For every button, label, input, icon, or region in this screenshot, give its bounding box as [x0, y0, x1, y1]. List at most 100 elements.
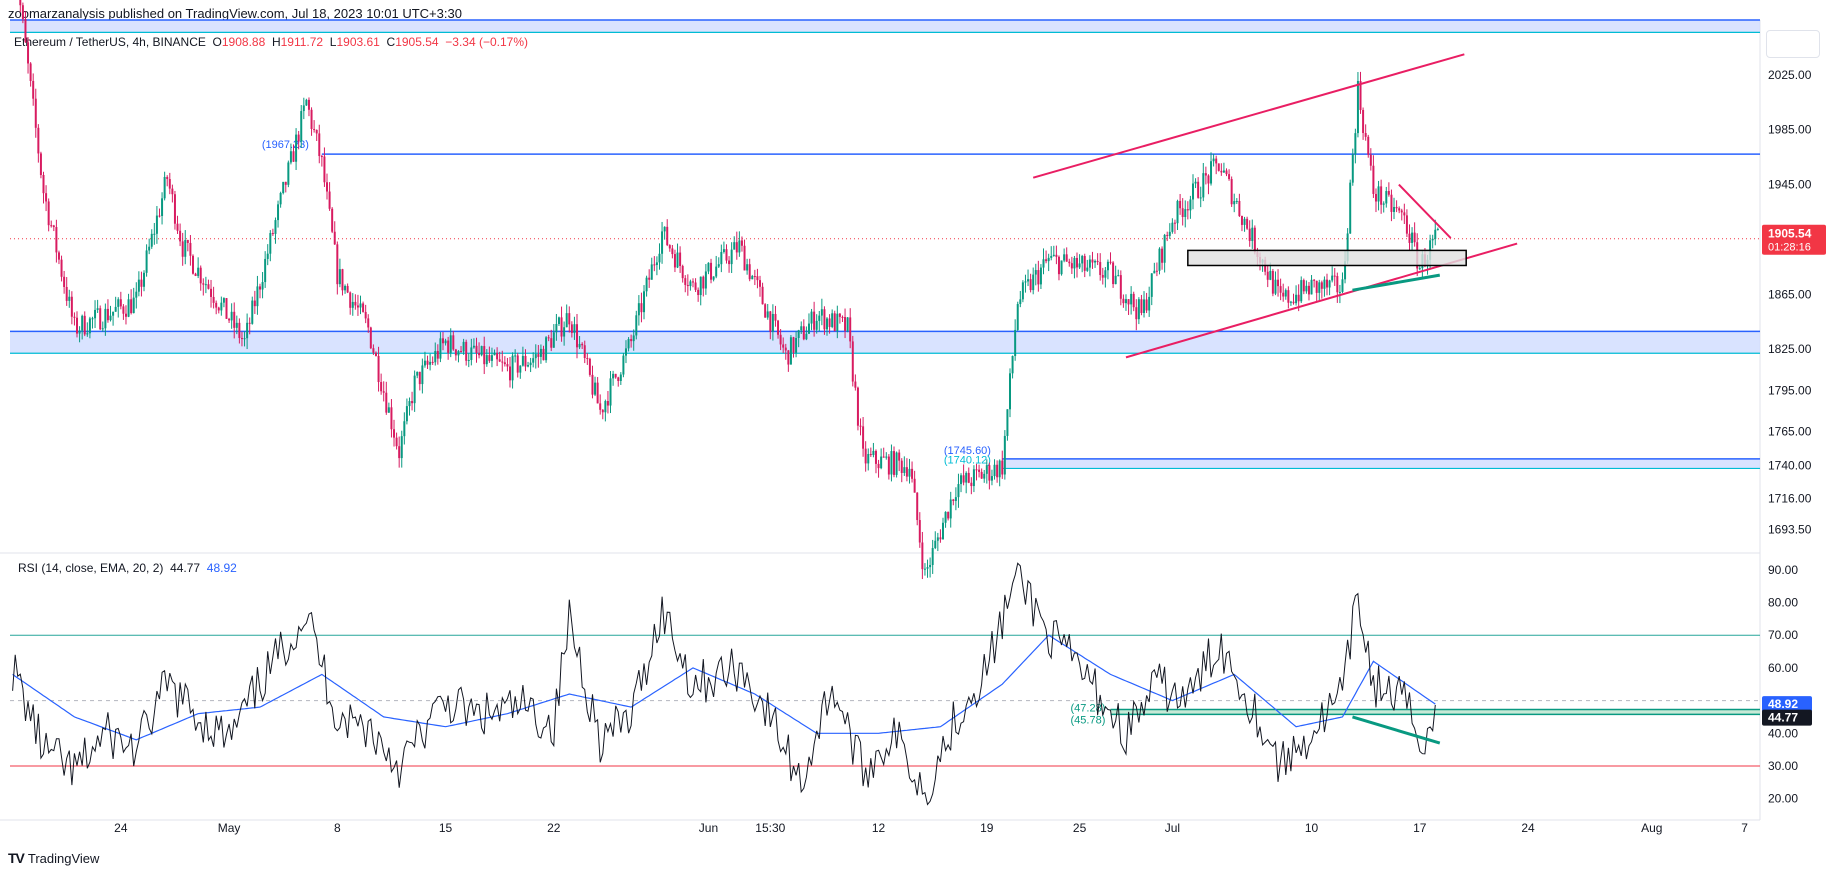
- chart-canvas[interactable]: (1967.23)(1745.60)(1740.12) (47.28)(45.7…: [0, 0, 1835, 875]
- candle-body: [957, 484, 960, 498]
- candle-body: [617, 377, 620, 381]
- candle-body: [351, 301, 354, 308]
- candle-body: [1091, 259, 1094, 263]
- price-tick-label: 2025.00: [1768, 68, 1812, 82]
- candle-body: [199, 267, 202, 284]
- candle-body: [460, 351, 463, 353]
- candle-body: [1318, 282, 1321, 293]
- candle-body: [903, 467, 906, 473]
- candle-body: [289, 151, 292, 163]
- candle-body: [385, 392, 388, 413]
- candle-body: [748, 264, 751, 280]
- candle-body: [354, 301, 357, 306]
- candle-body: [369, 327, 372, 349]
- candle-body: [1168, 231, 1171, 236]
- candle-body: [591, 374, 594, 395]
- candle-body: [1359, 80, 1362, 110]
- drawings[interactable]: [1032, 53, 1518, 359]
- candle-body: [1390, 194, 1393, 212]
- candle-body: [287, 162, 290, 185]
- candle-body: [606, 401, 609, 406]
- candle-body: [99, 308, 102, 330]
- candle-body: [405, 406, 408, 422]
- candle-body: [1171, 222, 1174, 232]
- candle-body: [408, 401, 411, 407]
- candle-body: [601, 409, 604, 413]
- candle-body: [235, 322, 238, 328]
- candle-body: [643, 291, 646, 313]
- candle-body: [166, 176, 169, 180]
- candle-body: [630, 339, 633, 342]
- candle-body: [228, 318, 231, 321]
- candle-body: [1137, 299, 1140, 320]
- candle-body: [715, 266, 718, 277]
- candle-body: [993, 464, 996, 477]
- candle-body: [1338, 291, 1341, 293]
- candle-body: [609, 378, 612, 406]
- candle-body: [722, 249, 725, 252]
- candle-body: [444, 340, 447, 344]
- candle-body: [712, 276, 715, 280]
- price-tick-label: 1765.00: [1768, 424, 1812, 438]
- candle-body: [841, 316, 844, 318]
- candle-body: [130, 299, 133, 314]
- candle-body: [1233, 201, 1236, 205]
- candle-body: [1153, 270, 1156, 274]
- candle-body: [789, 337, 792, 365]
- candle-body: [181, 241, 184, 257]
- candle-body: [269, 233, 272, 254]
- candle-body: [1405, 215, 1408, 234]
- candle-body: [720, 251, 723, 265]
- candle-body: [823, 309, 826, 330]
- candle-body: [1189, 199, 1192, 211]
- candle-body: [106, 308, 109, 321]
- rsi-pane: (47.28)(45.78): [10, 562, 1760, 806]
- candle-body: [1313, 279, 1316, 281]
- candle-body: [191, 255, 194, 274]
- candle-body: [831, 313, 834, 327]
- candle-body: [362, 303, 365, 312]
- candle-body: [390, 407, 393, 430]
- candle-body: [1119, 275, 1122, 299]
- candle-body: [1238, 200, 1241, 216]
- candle-body: [552, 332, 555, 348]
- divergence-rsi-line: [1352, 715, 1441, 745]
- candle-body: [877, 463, 880, 469]
- candle-body: [588, 358, 591, 375]
- candle-body: [326, 182, 329, 192]
- candle-body: [202, 283, 205, 285]
- candle-body: [539, 348, 542, 357]
- candle-body: [104, 308, 107, 329]
- candle-body: [990, 476, 993, 481]
- candle-body: [475, 345, 478, 353]
- candle-body: [462, 341, 465, 352]
- candle-body: [94, 309, 97, 319]
- price-tick-label: 1825.00: [1768, 342, 1812, 356]
- candle-body: [1135, 307, 1138, 320]
- candle-body: [277, 204, 280, 221]
- level-label-2: (1740.12): [944, 455, 991, 467]
- candle-body: [624, 348, 627, 356]
- candle-body: [779, 334, 782, 345]
- candle-body: [318, 133, 321, 157]
- candle-body: [274, 220, 277, 234]
- candle-body: [186, 240, 189, 243]
- candle-body: [679, 252, 682, 266]
- candle-body: [246, 322, 249, 339]
- candle-body: [1277, 279, 1280, 287]
- candle-body: [565, 313, 568, 328]
- candle-body: [985, 465, 988, 474]
- current-price-text: 1905.54: [1768, 227, 1812, 241]
- candle-body: [658, 253, 661, 263]
- candle-body: [124, 313, 127, 317]
- rsi-tick-label: 20.00: [1768, 792, 1798, 806]
- candle-body: [753, 276, 756, 278]
- candle-body: [1246, 218, 1249, 229]
- candle-body: [225, 298, 228, 319]
- candle-body: [1070, 263, 1073, 269]
- candle-body: [271, 233, 274, 235]
- candle-body: [771, 313, 774, 332]
- zone-1: [10, 331, 1760, 354]
- candle-body: [380, 382, 383, 392]
- rsi-tick-label: 60.00: [1768, 661, 1798, 675]
